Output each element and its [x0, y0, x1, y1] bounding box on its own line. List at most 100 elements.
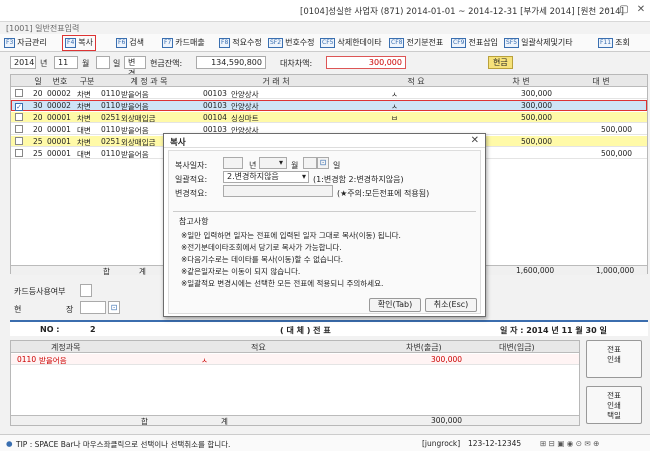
- row-checkbox[interactable]: ✓: [15, 101, 23, 111]
- row-checkbox[interactable]: [15, 137, 23, 146]
- col-type: 구분: [79, 77, 95, 86]
- cash-balance-label: 현금잔액:: [150, 59, 183, 68]
- close-icon[interactable]: ✕: [634, 3, 648, 17]
- table-row[interactable]: 20 00002 차변 0110 받을어음 00103 안양상사 ㅅ 300,0…: [11, 88, 647, 99]
- key-icon: CF9: [451, 38, 467, 48]
- row-debit: 500,000: [521, 137, 553, 146]
- toolbar-batch-delete-button[interactable]: SF5 일괄삭제및기타: [504, 36, 573, 50]
- total-label: 합: [141, 417, 148, 426]
- toolbar-label: 조회: [615, 38, 630, 47]
- toolbar-copy-button[interactable]: F4 복사: [62, 35, 97, 51]
- grid2-header: 계정과목 적요 차변(출금) 대변(입금): [11, 341, 579, 353]
- change-button[interactable]: 변경: [124, 56, 146, 78]
- card-usage-label: 카드등사용여부: [14, 287, 66, 296]
- card-usage-field[interactable]: [80, 284, 92, 297]
- row-customer: 싱싱마트: [231, 114, 259, 123]
- key-icon: CF5: [320, 38, 336, 48]
- row-type: 차변: [77, 114, 91, 123]
- total-label: 계: [139, 267, 146, 276]
- toolbar-label: 카드매출: [175, 38, 205, 47]
- print-tag-button[interactable]: 전표 인쇄 택일: [586, 386, 642, 424]
- chevron-down-icon: ▾: [301, 172, 306, 181]
- row-checkbox[interactable]: [15, 89, 23, 98]
- col-customer: 거 래 처: [262, 77, 290, 86]
- toolbar: F3 자금관리 F4 복사 F6 검색 F7 카드매출 F8 적요수정 SF2 번호수정 C…: [0, 34, 650, 52]
- row-day: 25: [33, 137, 43, 146]
- row-no: 00001: [47, 149, 71, 158]
- close-icon[interactable]: ✕: [471, 135, 479, 146]
- row-account: 받을어음: [121, 150, 149, 159]
- toolbar-label: 적요수정: [232, 38, 262, 47]
- day-suffix: 일: [333, 161, 341, 170]
- window-title: [0104]성실한 사업자 (871) 2014-01-01 ~ 2014-12…: [300, 7, 624, 17]
- slip-detail-grid: 계정과목 적요 차변(출금) 대변(입금) 0110 받을어음 ㅅ 300,00…: [10, 340, 580, 426]
- batch-memo-select[interactable]: 2.변경하지않음 ▾: [223, 171, 309, 183]
- toolbar-prior-slip-button[interactable]: CF8 전기분전표: [389, 36, 443, 50]
- col-day: 일: [34, 77, 42, 86]
- toolbar-fund-button[interactable]: F3 자금관리: [4, 36, 47, 50]
- dialog-body: 복사일자: 년 ▾ 월 ⊡ 일 일괄적요: 2.변경하지않음 ▾ (1:변경함 2…: [168, 150, 481, 314]
- row-debit: 300,000: [521, 101, 553, 110]
- col2-account: 계정과목: [51, 343, 81, 352]
- change-memo-field[interactable]: [223, 185, 333, 197]
- row-memo: ㅂ: [391, 114, 398, 123]
- notes-title: 참고사항: [179, 217, 209, 226]
- toolbar-label: 일괄삭제및기타: [521, 38, 573, 47]
- toolbar-slip-insert-button[interactable]: CF9 전표삽입: [451, 36, 498, 50]
- table-row[interactable]: 20 00001 차변 0251 외상매입금 00104 싱싱마트 ㅂ 500,…: [11, 112, 647, 123]
- table-row-selected[interactable]: ✓ 30 00002 차변 0110 받을어음 00103 안양상사 ㅅ 300…: [11, 100, 647, 111]
- lookup-icon[interactable]: ⊡: [108, 301, 120, 314]
- toolbar-card-sales-button[interactable]: F7 카드매출: [162, 36, 205, 50]
- batch-memo-value: 2.변경하지않음: [227, 172, 279, 181]
- toolbar-search-button[interactable]: F6 검색: [116, 36, 144, 50]
- row-checkbox[interactable]: [15, 113, 23, 122]
- row-credit: 500,000: [601, 149, 633, 158]
- row-customer: 안양상사: [231, 102, 259, 111]
- key-icon: F3: [4, 38, 16, 48]
- year-field[interactable]: 2014: [10, 56, 36, 69]
- table-row[interactable]: 0110 받을어음 ㅅ 300,000: [11, 354, 579, 365]
- toolbar-label: 전기분전표: [406, 38, 444, 47]
- copy-day-field[interactable]: [303, 157, 317, 169]
- row-code: 0110: [101, 89, 121, 98]
- row-memo: ㅅ: [391, 90, 398, 99]
- row-checkbox[interactable]: [15, 149, 23, 158]
- minimize-icon[interactable]: –: [600, 3, 614, 17]
- toolbar-query-button[interactable]: F11 조회: [598, 36, 630, 50]
- print-slip-button[interactable]: 전표 인쇄: [586, 340, 642, 378]
- toolbar-memo-edit-button[interactable]: F8 적요수정: [219, 36, 262, 50]
- tool-icons[interactable]: ⊞ ⊟ ▣ ◉ ⊙ ✉ ⊕: [540, 439, 599, 448]
- row-checkbox[interactable]: [15, 125, 23, 134]
- cancel-button[interactable]: 취소(Esc): [425, 298, 477, 312]
- row-day: 25: [33, 149, 43, 158]
- change-memo-label: 변경적요:: [175, 189, 208, 198]
- row-day: 20: [33, 113, 43, 122]
- key-icon: F4: [65, 38, 77, 48]
- cash-button[interactable]: 현금: [488, 56, 513, 69]
- batch-memo-label: 일괄적요:: [175, 175, 208, 184]
- row-account: 외상매입금: [121, 138, 156, 147]
- row-code: 0110: [101, 101, 121, 110]
- row-type: 차변: [77, 102, 91, 111]
- copy-year-field[interactable]: [223, 157, 243, 169]
- row-account: 외상매입금: [121, 114, 156, 123]
- toolbar-deleted-data-button[interactable]: CF5 삭제한데이타: [320, 36, 382, 50]
- copy-month-select[interactable]: ▾: [259, 157, 287, 169]
- row-code: 0110: [101, 125, 121, 134]
- dialog-title: 복사: [170, 138, 186, 148]
- ok-button[interactable]: 확인(Tab): [369, 298, 421, 312]
- restore-icon[interactable]: ▢: [617, 3, 631, 17]
- day-field[interactable]: [96, 56, 110, 69]
- jang-field[interactable]: [80, 301, 106, 314]
- toolbar-number-edit-button[interactable]: SF2 번호수정: [268, 36, 315, 50]
- status-tip: TIP : SPACE Bar나 마우스좌클릭으로 선택이나 선택취소를 합니다…: [16, 440, 231, 449]
- total-label: 계: [221, 417, 228, 426]
- key-icon: F6: [116, 38, 128, 48]
- copy-date-label: 복사일자:: [175, 161, 208, 170]
- calendar-icon[interactable]: ⊡: [317, 157, 329, 169]
- slip-date: 일 자 : 2014 년 11 월 30 일: [500, 326, 607, 335]
- month-select[interactable]: 11: [54, 56, 78, 69]
- grid2-total-row: 합 계 300,000: [11, 415, 579, 426]
- row-customer: 안양상사: [231, 90, 259, 99]
- row-code: 0251: [101, 113, 121, 122]
